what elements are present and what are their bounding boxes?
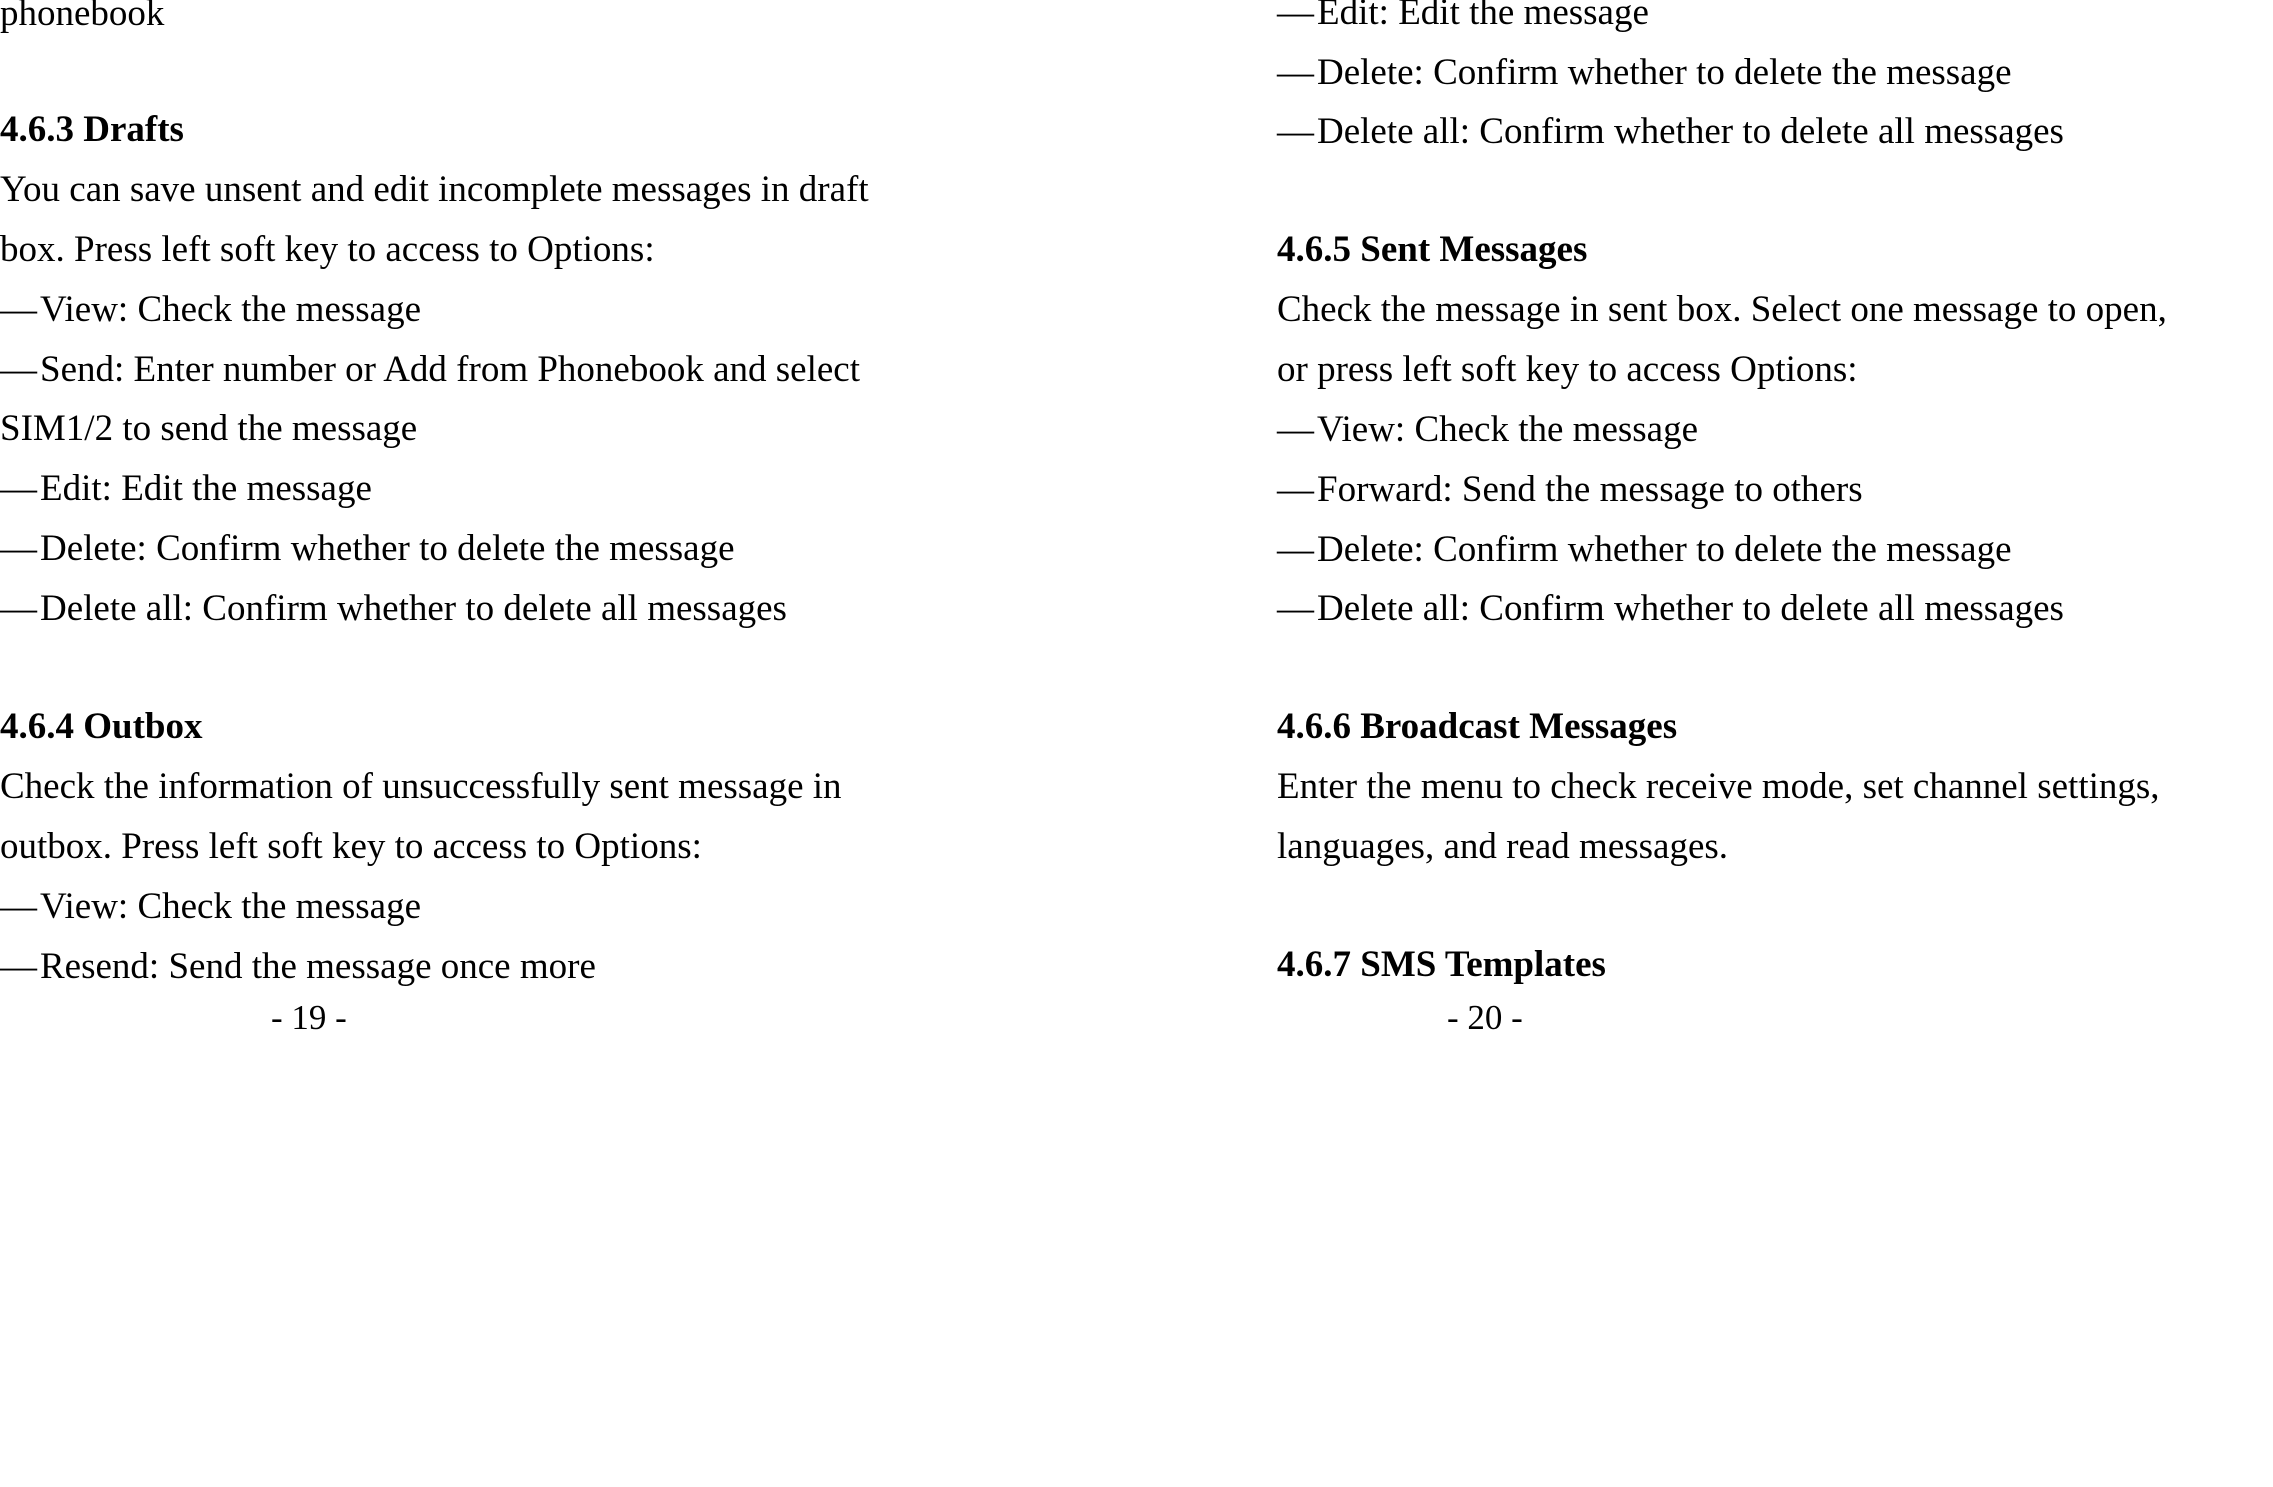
list-item-label: View: Check the message <box>40 886 422 927</box>
list-item-label: Edit: Edit the message <box>40 468 372 509</box>
list-item-label: Delete all: Confirm whether to delete al… <box>1317 588 2064 629</box>
paragraph-sent-line-1: Check the message in sent box. Select on… <box>1277 289 2167 330</box>
list-item-label: Delete: Confirm whether to delete the me… <box>1317 52 2012 93</box>
list-item-label: View: Check the message <box>40 289 422 330</box>
paragraph-outbox-line-1: Check the information of unsuccessfully … <box>0 766 842 807</box>
list-item-label: Delete: Confirm whether to delete the me… <box>40 528 735 569</box>
paragraph-drafts-line-2: box. Press left soft key to access to Op… <box>0 229 655 270</box>
em-dash-bullet-icon: — <box>0 349 37 390</box>
list-item-drafts-send-continuation: SIM1/2 to send the message <box>0 408 418 449</box>
em-dash-bullet-icon: — <box>1277 111 1314 152</box>
list-item-label: Send: Enter number or Add from Phonebook… <box>40 349 860 390</box>
paragraph-broadcast-line-1: Enter the menu to check receive mode, se… <box>1277 766 2160 807</box>
em-dash-bullet-icon: — <box>1277 588 1314 629</box>
document-page-spread: phonebook 4.6.3 Drafts You can save unse… <box>0 0 2273 1487</box>
em-dash-bullet-icon: — <box>1277 409 1314 450</box>
list-item-label: Delete all: Confirm whether to delete al… <box>40 588 787 629</box>
list-item-drafts-view: —View: Check the message <box>0 288 421 332</box>
list-item-sent-forward: —Forward: Send the message to others <box>1277 468 1863 512</box>
list-item-outbox-resend: —Resend: Send the message once more <box>0 945 596 989</box>
paragraph-outbox-line-2: outbox. Press left soft key to access to… <box>0 826 702 867</box>
list-item-outbox-delete: —Delete: Confirm whether to delete the m… <box>1277 51 2012 95</box>
em-dash-bullet-icon: — <box>0 528 37 569</box>
em-dash-bullet-icon: — <box>0 588 37 629</box>
paragraph-sent-line-2: or press left soft key to access Options… <box>1277 349 1858 390</box>
heading-4-6-4-outbox: 4.6.4 Outbox <box>0 706 203 747</box>
left-page-column: phonebook 4.6.3 Drafts You can save unse… <box>0 0 1140 1487</box>
list-item-label: Edit: Edit the message <box>1317 0 1649 33</box>
em-dash-bullet-icon: — <box>1277 529 1314 570</box>
em-dash-bullet-icon: — <box>0 468 37 509</box>
heading-4-6-3-drafts: 4.6.3 Drafts <box>0 109 184 150</box>
paragraph-broadcast-line-2: languages, and read messages. <box>1277 826 1729 867</box>
em-dash-bullet-icon: — <box>1277 469 1314 510</box>
list-item-label: View: Check the message <box>1317 409 1699 450</box>
list-item-outbox-delete-all: —Delete all: Confirm whether to delete a… <box>1277 110 2064 154</box>
em-dash-bullet-icon: — <box>0 289 37 330</box>
list-item-label: Delete all: Confirm whether to delete al… <box>1317 111 2064 152</box>
list-item-sent-delete: —Delete: Confirm whether to delete the m… <box>1277 528 2012 572</box>
list-item-sent-view: —View: Check the message <box>1277 408 1698 452</box>
em-dash-bullet-icon: — <box>1277 0 1314 33</box>
list-item-drafts-delete-all: —Delete all: Confirm whether to delete a… <box>0 587 787 631</box>
list-item-sent-delete-all: —Delete all: Confirm whether to delete a… <box>1277 587 2064 631</box>
list-item-outbox-view: —View: Check the message <box>0 885 421 929</box>
list-item-drafts-send: —Send: Enter number or Add from Phoneboo… <box>0 348 860 392</box>
heading-4-6-6-broadcast-messages: 4.6.6 Broadcast Messages <box>1277 706 1678 747</box>
list-item-drafts-edit: —Edit: Edit the message <box>0 467 372 511</box>
em-dash-bullet-icon: — <box>0 946 37 987</box>
list-item-outbox-edit: —Edit: Edit the message <box>1277 0 1649 35</box>
heading-4-6-5-sent-messages: 4.6.5 Sent Messages <box>1277 229 1588 270</box>
list-item-label: Resend: Send the message once more <box>40 946 596 987</box>
continued-line-phonebook: phonebook <box>0 0 165 34</box>
heading-4-6-7-sms-templates: 4.6.7 SMS Templates <box>1277 944 1606 985</box>
em-dash-bullet-icon: — <box>1277 52 1314 93</box>
paragraph-drafts-line-1: You can save unsent and edit incomplete … <box>0 169 869 210</box>
page-number-left: - 19 - <box>271 998 347 1037</box>
list-item-drafts-delete: —Delete: Confirm whether to delete the m… <box>0 527 735 571</box>
right-page-column: —Edit: Edit the message —Delete: Confirm… <box>1277 0 2273 1487</box>
em-dash-bullet-icon: — <box>0 886 37 927</box>
page-number-right: - 20 - <box>1447 998 1523 1037</box>
list-item-label: Delete: Confirm whether to delete the me… <box>1317 529 2012 570</box>
list-item-label: Forward: Send the message to others <box>1317 469 1863 510</box>
